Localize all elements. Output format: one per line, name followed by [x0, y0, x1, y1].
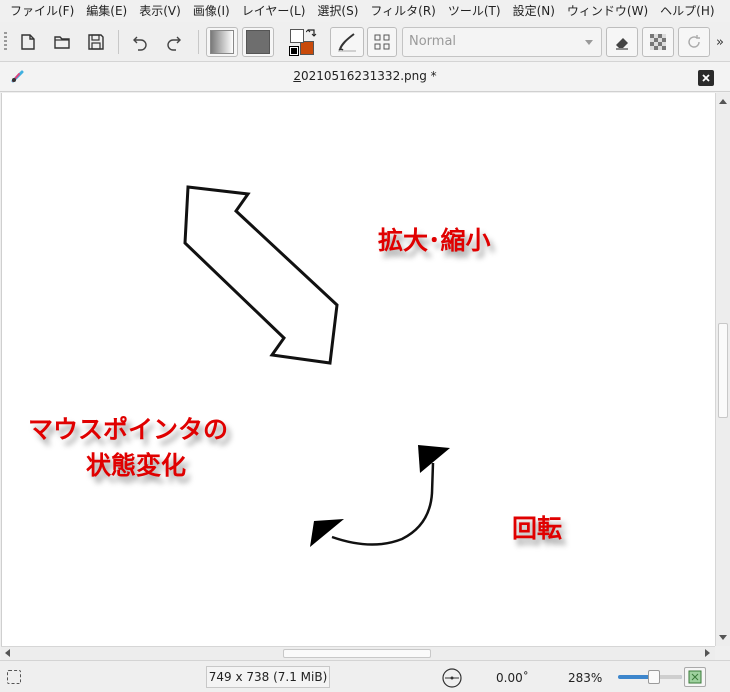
vertical-scrollbar[interactable]: [715, 93, 730, 646]
pattern-swatch-icon: [246, 30, 270, 54]
document-tab[interactable]: 20210516231332.png *: [0, 62, 730, 92]
rotation-dial-icon[interactable]: [441, 667, 463, 689]
redo-button[interactable]: [160, 27, 188, 57]
rotation-angle: 0.00˚: [496, 671, 529, 685]
scroll-up-icon[interactable]: [719, 99, 727, 104]
preserve-alpha-button[interactable]: [642, 27, 674, 57]
canvas-label-pointer-line2: 状態変化: [86, 451, 187, 480]
horizontal-scrollbar[interactable]: [1, 646, 715, 660]
foreground-color-swatch[interactable]: [290, 29, 304, 43]
zoom-level: 283%: [568, 671, 603, 685]
new-document-icon: [21, 34, 35, 50]
brush-preset-button[interactable]: [330, 27, 364, 57]
reset-colors-icon[interactable]: [289, 46, 299, 56]
menu-settings[interactable]: 設定(N): [507, 0, 561, 22]
folder-icon: [54, 36, 70, 49]
chevron-down-icon: [585, 40, 593, 45]
menu-image[interactable]: 画像(I): [187, 0, 236, 22]
image-canvas[interactable]: 拡大･縮小 マウスポインタの 状態変化 回転: [1, 93, 715, 646]
vertical-scrollbar-thumb[interactable]: [718, 323, 728, 418]
menu-layer[interactable]: レイヤー(L): [236, 0, 312, 22]
canvas-label-rotate: 回転: [512, 514, 563, 543]
color-selector[interactable]: [284, 27, 320, 57]
menu-view[interactable]: 表示(V): [133, 0, 187, 22]
menu-tools[interactable]: ツール(T): [442, 0, 507, 22]
new-document-button[interactable]: [14, 27, 42, 57]
brush-settings-button[interactable]: [367, 27, 397, 57]
selection-mode-icon[interactable]: [7, 670, 21, 684]
menu-bar: ファイル(F) 編集(E) 表示(V) 画像(I) レイヤー(L) 選択(S) …: [0, 0, 730, 22]
gradient-preset-button[interactable]: [206, 27, 238, 57]
toolbar-overflow-button[interactable]: »: [712, 27, 728, 57]
eraser-mode-button[interactable]: [606, 27, 638, 57]
horizontal-scrollbar-thumb[interactable]: [283, 649, 431, 658]
image-size-readout[interactable]: 749 x 738 (7.1 MiB): [206, 666, 330, 688]
fit-view-icon: [688, 670, 702, 684]
gradient-swatch-icon: [210, 30, 234, 54]
close-icon: [702, 74, 710, 82]
save-button[interactable]: [82, 27, 110, 57]
undo-button[interactable]: [126, 27, 154, 57]
document-title-mnemonic: 2: [293, 69, 301, 83]
scroll-left-icon[interactable]: [5, 649, 10, 657]
close-document-button[interactable]: [698, 70, 714, 86]
color-swatches: [286, 27, 318, 57]
swap-colors-icon[interactable]: [306, 28, 317, 39]
menu-edit[interactable]: 編集(E): [80, 0, 133, 22]
open-document-button[interactable]: [48, 27, 76, 57]
brush-icon: [338, 33, 356, 52]
canvas-label-scale: 拡大･縮小: [378, 226, 491, 255]
reload-preset-button[interactable]: [678, 27, 710, 57]
eraser-icon: [616, 38, 628, 50]
fit-to-view-button[interactable]: [684, 667, 706, 687]
menu-help[interactable]: ヘルプ(H): [654, 0, 720, 22]
save-icon: [88, 34, 104, 50]
background-color-swatch[interactable]: [300, 41, 314, 55]
undo-icon: [133, 36, 147, 51]
menu-window[interactable]: ウィンドウ(W): [561, 0, 654, 22]
status-bar: 749 x 738 (7.1 MiB) 0.00˚ 283%: [0, 660, 730, 692]
blend-mode-select[interactable]: Normal: [402, 27, 602, 57]
document-title-rest: 0210516231332.png *: [300, 69, 437, 83]
zoom-slider-handle[interactable]: [648, 670, 660, 684]
pattern-preset-button[interactable]: [242, 27, 274, 57]
toolbar-separator: [198, 30, 199, 54]
menu-filter[interactable]: フィルタ(R): [364, 0, 441, 22]
toolbar: Normal »: [0, 22, 730, 62]
toolbar-separator: [118, 30, 119, 54]
toolbar-grip: [4, 32, 7, 52]
refresh-icon: [688, 35, 700, 48]
blend-mode-value: Normal: [409, 34, 457, 49]
scroll-right-icon[interactable]: [705, 649, 710, 657]
canvas-label-pointer-line1: マウスポインタの: [28, 415, 229, 444]
redo-icon: [167, 36, 181, 51]
menu-file[interactable]: ファイル(F): [4, 0, 80, 22]
document-title: 20210516231332.png *: [0, 69, 730, 83]
menu-select[interactable]: 選択(S): [311, 0, 364, 22]
checkerboard-icon: [650, 34, 666, 50]
rotate-arrow-icon: [310, 445, 450, 547]
scroll-down-icon[interactable]: [719, 635, 727, 640]
grid-settings-icon: [374, 34, 390, 50]
